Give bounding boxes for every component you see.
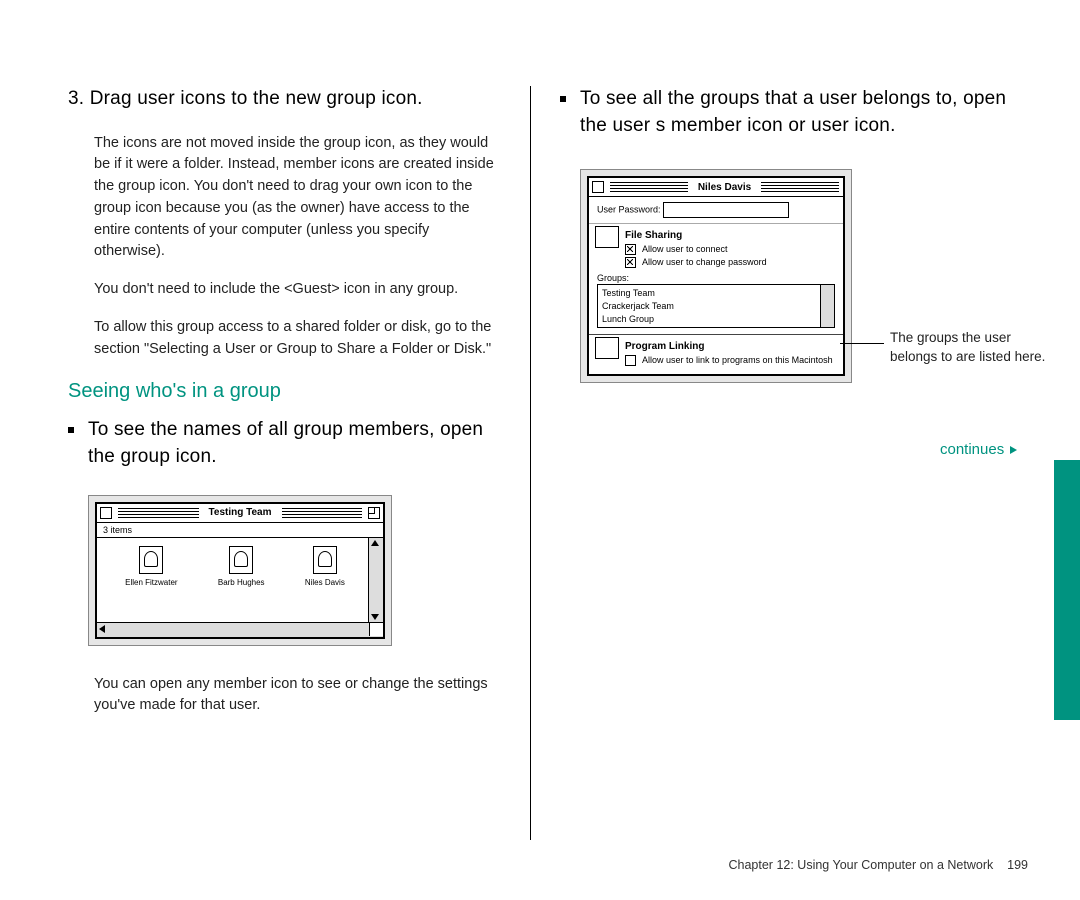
- member-icon: Ellen Fitzwater: [125, 546, 177, 618]
- bullet-text: To see all the groups that a user belong…: [580, 86, 1020, 139]
- right-column: To see all the groups that a user belong…: [560, 86, 1020, 458]
- bullet-text: To see the names of all group members, o…: [88, 417, 498, 470]
- page-number: 199: [1007, 858, 1028, 872]
- user-icon: [313, 546, 337, 574]
- member-name: Ellen Fitzwater: [125, 578, 177, 587]
- password-label: User Password:: [597, 205, 661, 215]
- password-field: [663, 202, 789, 218]
- checkbox-checked-icon: [625, 244, 636, 255]
- user-icon: [229, 546, 253, 574]
- close-box-icon: [592, 181, 604, 193]
- scrollbar-horizontal: [97, 623, 383, 637]
- password-row: User Password:: [589, 197, 843, 224]
- member-name: Niles Davis: [305, 578, 345, 587]
- callout-text: The groups the user belongs to are liste…: [890, 329, 1060, 367]
- close-box-icon: [100, 507, 112, 519]
- figure-niles-davis: Niles Davis User Password: File Sharing …: [580, 169, 852, 383]
- checkbox-unchecked-icon: [625, 355, 636, 366]
- square-bullet-icon: [68, 427, 74, 433]
- section-label: File Sharing: [625, 230, 682, 241]
- chapter-label: Chapter 12: Using Your Computer on a Net…: [729, 858, 994, 872]
- section-heading: Seeing who's in a group: [68, 380, 498, 403]
- titlebar-stripes: [610, 182, 688, 192]
- groups-label: Groups:: [589, 269, 843, 284]
- user-window: Niles Davis User Password: File Sharing …: [587, 176, 845, 376]
- column-divider: [530, 86, 531, 840]
- member-icon: Barb Hughes: [218, 546, 265, 618]
- group-item: Testing Team: [602, 287, 818, 300]
- page-footer: Chapter 12: Using Your Computer on a Net…: [729, 858, 1029, 872]
- titlebar-stripes: [282, 508, 363, 518]
- window: Testing Team 3 items Ellen Fitzwater B: [95, 502, 385, 639]
- continues-indicator: continues: [940, 441, 1020, 458]
- member-name: Barb Hughes: [218, 578, 265, 587]
- step-title: Drag user icons to the new group icon.: [90, 88, 423, 109]
- window-titlebar: Niles Davis: [589, 178, 843, 197]
- section-program-linking: Program Linking: [589, 334, 843, 354]
- paragraph: To allow this group access to a shared f…: [94, 317, 498, 361]
- section-label: Program Linking: [625, 341, 704, 352]
- checkbox-row: Allow user to connect: [589, 243, 843, 256]
- window-title: Niles Davis: [692, 182, 757, 193]
- paragraph: The icons are not moved inside the group…: [94, 133, 498, 264]
- program-linking-icon: [595, 337, 619, 359]
- step-number: 3.: [68, 88, 84, 109]
- user-icon: [139, 546, 163, 574]
- paragraph: You don't need to include the <Guest> ic…: [94, 279, 498, 301]
- checkbox-checked-icon: [625, 257, 636, 268]
- titlebar-stripes: [761, 182, 839, 192]
- checkbox-row: Allow user to link to programs on this M…: [589, 354, 843, 374]
- window-titlebar: Testing Team: [97, 504, 383, 523]
- bullet-item: To see all the groups that a user belong…: [560, 86, 1020, 139]
- checkbox-label: Allow user to link to programs on this M…: [642, 355, 833, 365]
- member-icon: Niles Davis: [305, 546, 345, 618]
- scrollbar-vertical: [820, 285, 834, 327]
- zoom-box-icon: [368, 507, 380, 519]
- continues-label: continues: [940, 441, 1004, 458]
- titlebar-stripes: [118, 508, 199, 518]
- figure-testing-team: Testing Team 3 items Ellen Fitzwater B: [88, 495, 392, 646]
- scrollbar-vertical: [368, 538, 383, 622]
- edge-tab: [1054, 460, 1080, 720]
- file-sharing-icon: [595, 226, 619, 248]
- checkbox-row: Allow user to change password: [589, 256, 843, 269]
- step-heading: 3. Drag user icons to the new group icon…: [68, 86, 498, 113]
- window-info-bar: 3 items: [97, 523, 383, 538]
- left-column: 3. Drag user icons to the new group icon…: [68, 86, 498, 733]
- checkbox-label: Allow user to change password: [642, 257, 767, 267]
- bullet-item: To see the names of all group members, o…: [68, 417, 498, 470]
- square-bullet-icon: [560, 96, 566, 102]
- group-item: Lunch Group: [602, 313, 818, 326]
- callout-leader-line: [840, 343, 884, 344]
- window-title: Testing Team: [203, 507, 278, 518]
- section-file-sharing: File Sharing: [589, 224, 843, 243]
- checkbox-label: Allow user to connect: [642, 244, 728, 254]
- item-count: 3 items: [103, 525, 132, 535]
- page: 3. Drag user icons to the new group icon…: [0, 0, 1080, 900]
- window-body: Ellen Fitzwater Barb Hughes Niles Davis: [97, 538, 383, 623]
- groups-list: Testing Team Crackerjack Team Lunch Grou…: [597, 284, 835, 328]
- grow-box-icon: [369, 623, 383, 636]
- paragraph: You can open any member icon to see or c…: [94, 674, 498, 718]
- group-item: Crackerjack Team: [602, 300, 818, 313]
